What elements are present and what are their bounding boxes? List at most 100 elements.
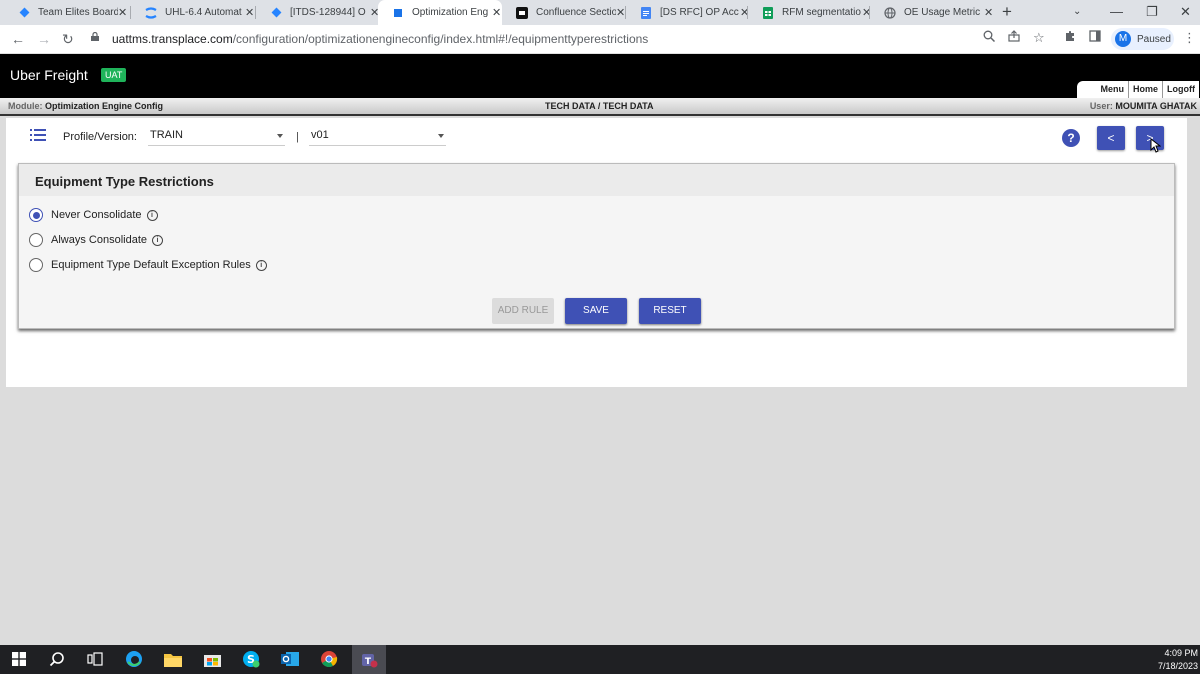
module-info: Module: Optimization Engine Config xyxy=(8,101,164,111)
dropdown-arrow-icon xyxy=(438,134,444,138)
url-text: uattms.transplace.com/configuration/opti… xyxy=(112,32,649,46)
zoom-icon[interactable] xyxy=(983,30,996,45)
mouse-cursor-icon xyxy=(1150,138,1161,153)
forward-icon[interactable]: → xyxy=(37,31,51,47)
lock-icon xyxy=(91,32,99,41)
module-bar: Module: Optimization Engine Config TECH … xyxy=(0,98,1200,116)
equipment-restrictions-card: Equipment Type Restrictions Never Consol… xyxy=(18,163,1175,329)
center-title: TECH DATA / TECH DATA xyxy=(545,101,654,111)
sheets-icon xyxy=(762,6,774,19)
system-clock[interactable]: 4:09 PM 7/18/2023 xyxy=(1158,647,1198,673)
file-explorer-icon[interactable] xyxy=(163,649,183,669)
search-icon[interactable] xyxy=(47,649,67,669)
profile-button[interactable]: M Paused xyxy=(1111,28,1174,50)
store-icon[interactable] xyxy=(202,649,222,669)
share-icon[interactable] xyxy=(1008,30,1020,45)
new-tab-icon[interactable]: + xyxy=(1002,2,1012,22)
maximize-icon[interactable]: ❐ xyxy=(1146,4,1158,20)
profile-select[interactable]: TRAIN xyxy=(148,128,285,146)
tab-title: OE Usage Metric xyxy=(904,7,981,18)
chrome-icon[interactable] xyxy=(319,649,339,669)
version-select[interactable]: v01 xyxy=(309,128,446,146)
clock-date: 7/18/2023 xyxy=(1157,661,1198,671)
browser-tab[interactable]: UHL-6.4 Automat ✕ xyxy=(131,0,256,25)
extensions-icon[interactable] xyxy=(1064,30,1076,45)
tab-title: [DS RFC] OP Acc xyxy=(660,7,739,18)
tab-title: [ITDS-128944] O xyxy=(290,7,366,18)
tab-title: Team Elites Board xyxy=(38,7,118,18)
bookmark-star-icon[interactable]: ☆ xyxy=(1033,30,1045,46)
add-rule-button[interactable]: ADD RULE xyxy=(492,298,554,324)
windows-start-icon[interactable] xyxy=(9,649,29,669)
tab-search-chevron-icon[interactable]: ⌄ xyxy=(1073,6,1081,17)
tab-title: Confluence Sectio xyxy=(536,7,616,18)
reload-icon[interactable]: ↻ xyxy=(62,31,74,48)
browser-tab-active[interactable]: Optimization Eng ✕ xyxy=(378,0,502,25)
info-icon[interactable]: i xyxy=(146,209,158,221)
browser-tab[interactable]: [ITDS-128944] O ✕ xyxy=(256,0,381,25)
top-menu: Menu Home Logoff xyxy=(1076,81,1199,98)
outlook-icon[interactable] xyxy=(280,649,300,669)
help-icon[interactable]: ? xyxy=(1062,129,1080,147)
save-button[interactable]: SAVE xyxy=(565,298,627,324)
previous-button[interactable]: < xyxy=(1097,126,1125,150)
url-field[interactable]: uattms.transplace.com/configuration/opti… xyxy=(85,28,1060,50)
option-default-exception-rules[interactable]: Equipment Type Default Exception Rules i xyxy=(29,257,267,273)
jira-icon xyxy=(18,7,30,19)
separator: | xyxy=(296,131,299,143)
browser-tab[interactable]: Team Elites Board ✕ xyxy=(4,0,131,25)
browser-tab[interactable]: Confluence Sectio ✕ xyxy=(502,0,626,25)
globe-icon xyxy=(884,6,896,19)
option-never-consolidate[interactable]: Never Consolidate i xyxy=(29,207,158,223)
reset-button[interactable]: RESET xyxy=(639,298,701,324)
task-view-icon[interactable] xyxy=(85,649,105,669)
page-icon xyxy=(392,7,404,19)
teams-icon[interactable]: T xyxy=(352,645,386,674)
info-icon[interactable]: i xyxy=(152,234,163,246)
dropdown-arrow-icon xyxy=(277,134,283,138)
menu-link[interactable]: Menu xyxy=(1097,81,1129,98)
close-icon[interactable]: ✕ xyxy=(118,6,127,19)
close-window-icon[interactable]: ✕ xyxy=(1180,4,1191,20)
tab-title: RFM segmentatio xyxy=(782,7,861,18)
close-icon[interactable]: ✕ xyxy=(245,6,254,19)
card-header: Equipment Type Restrictions xyxy=(19,164,1174,196)
edge-browser-icon[interactable] xyxy=(124,649,144,669)
profile-version-label: Profile/Version: xyxy=(63,131,137,143)
avatar: M xyxy=(1115,31,1131,47)
radio-button[interactable] xyxy=(29,258,43,272)
list-menu-icon[interactable] xyxy=(30,129,46,141)
home-link[interactable]: Home xyxy=(1128,81,1162,98)
windows-taskbar: S T 4:09 PM 7/18/2023 xyxy=(0,645,1200,674)
logoff-link[interactable]: Logoff xyxy=(1162,81,1199,98)
tab-title: Optimization Eng xyxy=(412,7,489,18)
option-label: Never Consolidate xyxy=(51,209,142,221)
profile-status: Paused xyxy=(1137,33,1171,45)
address-bar: ← → ↻ uattms.transplace.com/configuratio… xyxy=(0,25,1200,54)
confluence-icon xyxy=(145,6,157,19)
option-always-consolidate[interactable]: Always Consolidate i xyxy=(29,232,163,248)
jira-icon xyxy=(270,7,282,19)
close-icon[interactable]: ✕ xyxy=(492,6,501,19)
browser-tab[interactable]: RFM segmentatio ✕ xyxy=(748,0,871,25)
tab-title: UHL-6.4 Automat xyxy=(165,7,242,18)
minimize-icon[interactable]: — xyxy=(1110,4,1123,19)
option-label: Equipment Type Default Exception Rules xyxy=(51,259,251,271)
env-badge: UAT xyxy=(101,68,127,82)
back-icon[interactable]: ← xyxy=(11,31,25,47)
user-info: User: MOUMITA GHATAK xyxy=(1089,101,1197,111)
close-icon[interactable]: ✕ xyxy=(616,6,625,19)
close-icon[interactable]: ✕ xyxy=(984,6,993,19)
card-title: Equipment Type Restrictions xyxy=(35,174,214,189)
skype-icon[interactable]: S xyxy=(241,649,261,669)
radio-button-selected[interactable] xyxy=(29,208,43,222)
browser-tab[interactable]: OE Usage Metric ✕ xyxy=(870,0,994,25)
radio-button[interactable] xyxy=(29,233,43,247)
browser-tab[interactable]: [DS RFC] OP Acc ✕ xyxy=(626,0,749,25)
side-panel-icon[interactable] xyxy=(1089,30,1101,45)
clock-time: 4:09 PM xyxy=(1164,648,1198,658)
kebab-menu-icon[interactable]: ⋮ xyxy=(1183,30,1196,46)
info-icon[interactable]: i xyxy=(255,259,267,271)
option-label: Always Consolidate xyxy=(51,234,147,246)
confluence-icon xyxy=(516,6,528,19)
